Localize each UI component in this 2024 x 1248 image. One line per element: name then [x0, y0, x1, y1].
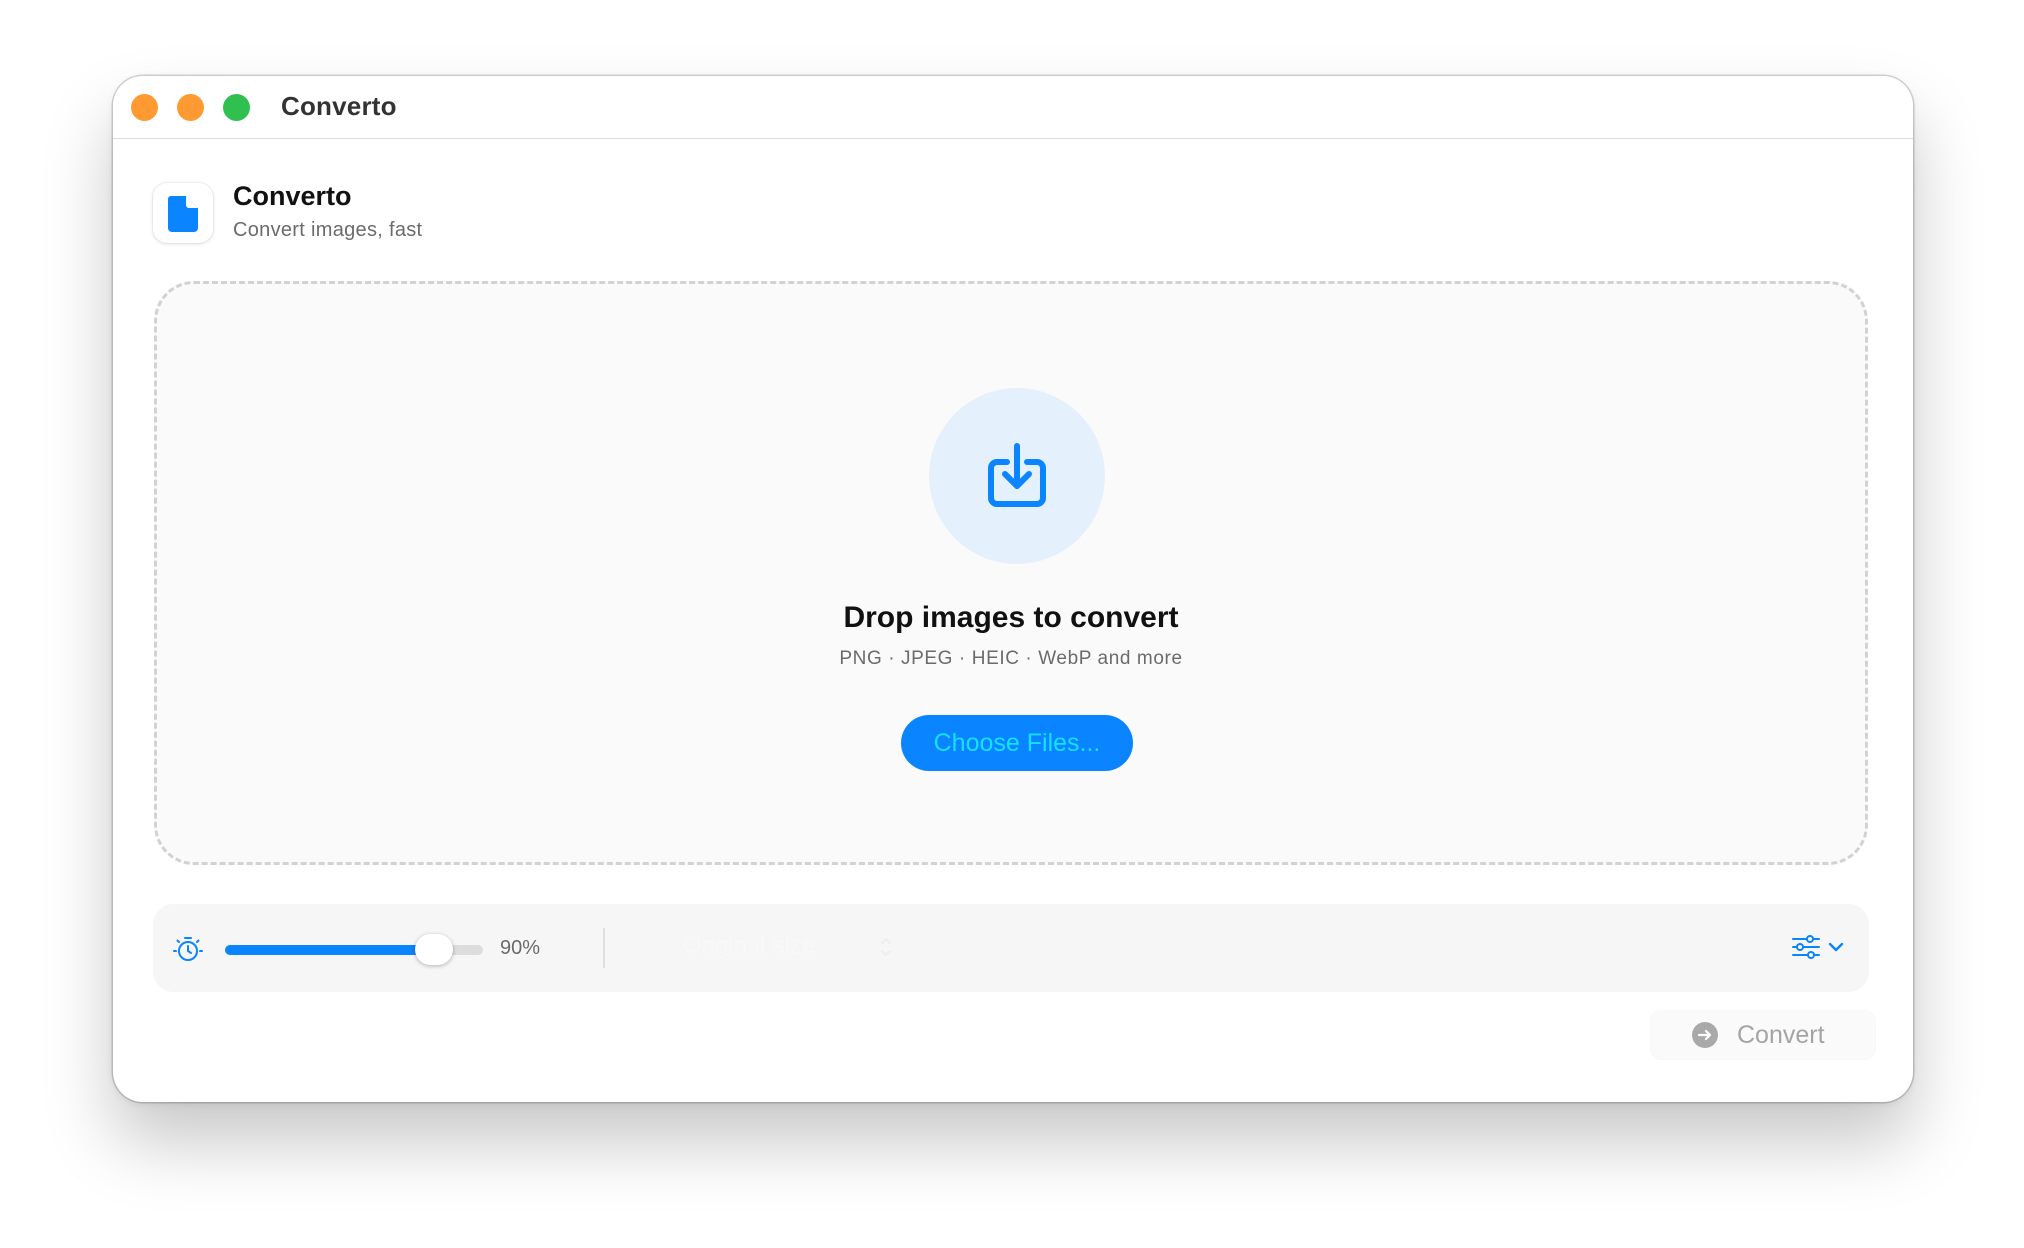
drop-icon-circle — [929, 388, 1105, 564]
choose-files-button[interactable]: Choose Files... — [901, 715, 1133, 771]
timer-icon — [173, 937, 203, 961]
quality-slider[interactable] — [225, 934, 483, 965]
quality-slider-thumb[interactable] — [415, 934, 453, 965]
import-tray-icon — [988, 443, 1046, 507]
convert-label: Convert — [1737, 1021, 1825, 1049]
up-down-chevron-icon — [881, 938, 891, 956]
app-window: Converto Converto Convert images, fast D… — [113, 76, 1913, 1102]
options-toolbar: 90% Original size — [153, 904, 1869, 992]
toolbar-divider — [603, 928, 605, 968]
convert-button[interactable]: Convert — [1651, 1011, 1875, 1059]
quality-slider-fill — [225, 945, 434, 955]
settings-menu-button[interactable] — [1791, 932, 1849, 964]
drop-zone[interactable]: Drop images to convert PNG · JPEG · HEIC… — [154, 281, 1868, 865]
document-icon — [168, 196, 198, 232]
sliders-icon — [1792, 935, 1820, 959]
app-name: Converto — [233, 181, 352, 211]
app-subtitle: Convert images, fast — [233, 219, 423, 241]
minimize-window-button[interactable] — [177, 94, 204, 121]
supported-formats: PNG · JPEG · HEIC · WebP and more — [839, 648, 1183, 669]
close-window-button[interactable] — [131, 94, 158, 121]
zoom-window-button[interactable] — [223, 94, 250, 121]
size-select[interactable]: Original size — [683, 932, 815, 960]
window-title: Converto — [281, 91, 397, 121]
app-icon — [153, 183, 213, 243]
drop-title: Drop images to convert — [843, 601, 1179, 634]
title-bar: Converto — [113, 76, 1913, 139]
chevron-down-icon — [1828, 942, 1844, 952]
arrow-circle-icon — [1692, 1022, 1718, 1048]
quality-value: 90% — [500, 937, 541, 959]
